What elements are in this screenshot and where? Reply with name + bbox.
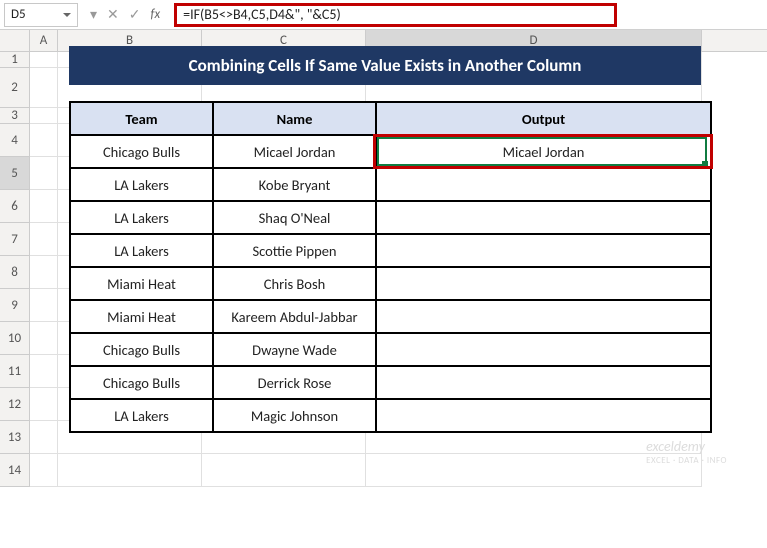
row-header[interactable]: 5 (0, 157, 30, 190)
cancel-icon[interactable]: ✕ (107, 6, 119, 23)
td-output[interactable] (376, 201, 711, 234)
td-name[interactable]: Magic Johnson (213, 399, 376, 432)
td-team[interactable]: Miami Heat (70, 267, 213, 300)
chevron-down-icon[interactable] (63, 13, 71, 17)
td-name[interactable]: Scottie Pippen (213, 234, 376, 267)
td-output[interactable]: Micael Jordan (376, 135, 711, 168)
fx-button-group: ▾ ✕ ✓ fx (82, 6, 168, 23)
grid-cell[interactable] (30, 68, 58, 108)
td-team[interactable]: Miami Heat (70, 300, 213, 333)
td-output[interactable] (376, 234, 711, 267)
col-header-a[interactable]: A (30, 30, 58, 51)
td-team[interactable]: LA Lakers (70, 201, 213, 234)
th-team[interactable]: Team (70, 102, 213, 135)
td-name[interactable]: Kareem Abdul-Jabbar (213, 300, 376, 333)
table-row: Miami Heat Chris Bosh (70, 267, 711, 300)
td-output[interactable] (376, 399, 711, 432)
grid-cell[interactable] (30, 421, 58, 454)
grid-cell[interactable] (202, 454, 366, 487)
table-row: Chicago Bulls Micael Jordan Micael Jorda… (70, 135, 711, 168)
td-team[interactable]: Chicago Bulls (70, 333, 213, 366)
row-header[interactable]: 11 (0, 355, 30, 388)
table-row: LA Lakers Shaq O'Neal (70, 201, 711, 234)
watermark-main: exceldemy (646, 439, 727, 456)
td-output[interactable] (376, 333, 711, 366)
td-name[interactable]: Shaq O'Neal (213, 201, 376, 234)
row-header[interactable]: 7 (0, 223, 30, 256)
row-header[interactable]: 1 (0, 52, 30, 68)
td-team[interactable]: Chicago Bulls (70, 135, 213, 168)
td-output[interactable] (376, 300, 711, 333)
fx-dropdown-icon[interactable]: ▾ (90, 6, 97, 23)
table-header-row: Team Name Output (70, 102, 711, 135)
table-row: LA Lakers Scottie Pippen (70, 234, 711, 267)
row-header[interactable]: 3 (0, 108, 30, 124)
td-name[interactable]: Derrick Rose (213, 366, 376, 399)
watermark-sub: EXCEL · DATA · INFO (646, 456, 727, 467)
row-header[interactable]: 10 (0, 322, 30, 355)
td-team[interactable]: LA Lakers (70, 399, 213, 432)
row-header[interactable]: 8 (0, 256, 30, 289)
row-header[interactable]: 13 (0, 421, 30, 454)
td-name[interactable]: Micael Jordan (213, 135, 376, 168)
grid-cell[interactable] (30, 108, 58, 124)
row-header[interactable]: 9 (0, 289, 30, 322)
grid-cell[interactable] (30, 388, 58, 421)
td-output[interactable] (376, 267, 711, 300)
row-header[interactable]: 4 (0, 124, 30, 157)
grid-cell[interactable] (30, 223, 58, 256)
td-output[interactable] (376, 168, 711, 201)
formula-bar-row: D5 ▾ ✕ ✓ fx =IF(B5<>B4,C5,D4&", "&C5) (0, 0, 767, 30)
name-box-value: D5 (11, 7, 26, 22)
grid-cell[interactable] (30, 190, 58, 223)
table-row: LA Lakers Magic Johnson (70, 399, 711, 432)
grid-cell[interactable] (30, 124, 58, 157)
grid-cell[interactable] (30, 289, 58, 322)
page-title: Combining Cells If Same Value Exists in … (69, 46, 701, 85)
formula-text: =IF(B5<>B4,C5,D4&", "&C5) (183, 6, 341, 23)
row-header[interactable]: 6 (0, 190, 30, 223)
td-name[interactable]: Kobe Bryant (213, 168, 376, 201)
td-name[interactable]: Chris Bosh (213, 267, 376, 300)
td-output[interactable] (376, 366, 711, 399)
th-name[interactable]: Name (213, 102, 376, 135)
watermark: exceldemy EXCEL · DATA · INFO (646, 439, 727, 467)
check-icon[interactable]: ✓ (129, 6, 141, 23)
grid-cell[interactable] (30, 454, 58, 487)
table-row: Chicago Bulls Derrick Rose (70, 366, 711, 399)
table-row: Chicago Bulls Dwayne Wade (70, 333, 711, 366)
grid-cell[interactable] (30, 256, 58, 289)
td-team[interactable]: LA Lakers (70, 234, 213, 267)
td-team[interactable]: LA Lakers (70, 168, 213, 201)
grid-cell[interactable] (30, 157, 58, 190)
formula-input[interactable]: =IF(B5<>B4,C5,D4&", "&C5) (174, 3, 617, 27)
row-header[interactable]: 2 (0, 68, 30, 108)
select-all-corner[interactable] (0, 30, 30, 51)
th-output[interactable]: Output (376, 102, 711, 135)
row-header[interactable]: 12 (0, 388, 30, 421)
worksheet: A B C D 1 2 3 4 5 6 (0, 30, 767, 487)
fx-icon[interactable]: fx (151, 7, 161, 22)
grid-cell[interactable] (30, 322, 58, 355)
data-table: Team Name Output Chicago Bulls Micael Jo… (69, 101, 712, 433)
table-row: Miami Heat Kareem Abdul-Jabbar (70, 300, 711, 333)
td-name[interactable]: Dwayne Wade (213, 333, 376, 366)
grid-cell[interactable] (30, 355, 58, 388)
row-header[interactable]: 14 (0, 454, 30, 487)
td-team[interactable]: Chicago Bulls (70, 366, 213, 399)
grid-cell[interactable] (30, 52, 58, 68)
name-box[interactable]: D5 (4, 3, 78, 27)
grid-cell[interactable] (58, 454, 202, 487)
table-row: LA Lakers Kobe Bryant (70, 168, 711, 201)
